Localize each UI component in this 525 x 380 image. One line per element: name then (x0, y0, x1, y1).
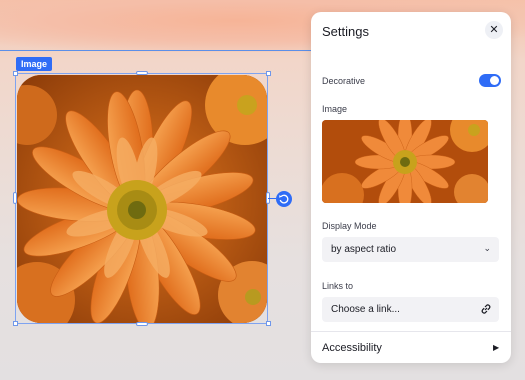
rotate-handle-connector (268, 198, 276, 199)
resize-handle-top[interactable] (136, 71, 148, 75)
resize-handle-bottom-right[interactable] (266, 321, 271, 326)
chevron-right-icon[interactable]: ▶ (493, 343, 499, 352)
link-icon (481, 304, 491, 314)
settings-panel: Settings ✕ Decorative Image Display Mode… (311, 12, 511, 363)
rotate-arrow-icon (279, 194, 289, 204)
close-icon[interactable]: ✕ (485, 21, 503, 39)
resize-handle-bottom[interactable] (136, 322, 148, 326)
section-divider (311, 331, 511, 332)
image-label: Image (322, 104, 348, 114)
resize-handle-top-left[interactable] (13, 71, 18, 76)
panel-title: Settings (322, 24, 369, 39)
rotate-icon[interactable] (276, 191, 292, 207)
resize-handle-left[interactable] (13, 192, 17, 204)
thumbnail-graphic (322, 120, 488, 203)
toggle-knob (490, 76, 499, 85)
links-to-label: Links to (322, 281, 354, 291)
selection-frame (15, 73, 268, 324)
accessibility-section[interactable]: Accessibility (322, 342, 382, 354)
resize-handle-bottom-left[interactable] (13, 321, 18, 326)
display-mode-value: by aspect ratio (331, 244, 397, 255)
display-mode-select[interactable]: by aspect ratio ⌄ (322, 237, 499, 262)
chevron-down-icon: ⌄ (483, 243, 491, 253)
decorative-toggle[interactable] (479, 74, 501, 87)
image-thumbnail[interactable] (322, 120, 488, 203)
link-selector[interactable]: Choose a link... (322, 297, 499, 322)
display-mode-label: Display Mode (322, 221, 377, 231)
link-placeholder: Choose a link... (331, 304, 400, 315)
resize-handle-top-right[interactable] (266, 71, 271, 76)
decorative-label: Decorative (322, 76, 366, 86)
alignment-guide (0, 50, 312, 51)
element-type-tag[interactable]: Image (16, 57, 53, 71)
